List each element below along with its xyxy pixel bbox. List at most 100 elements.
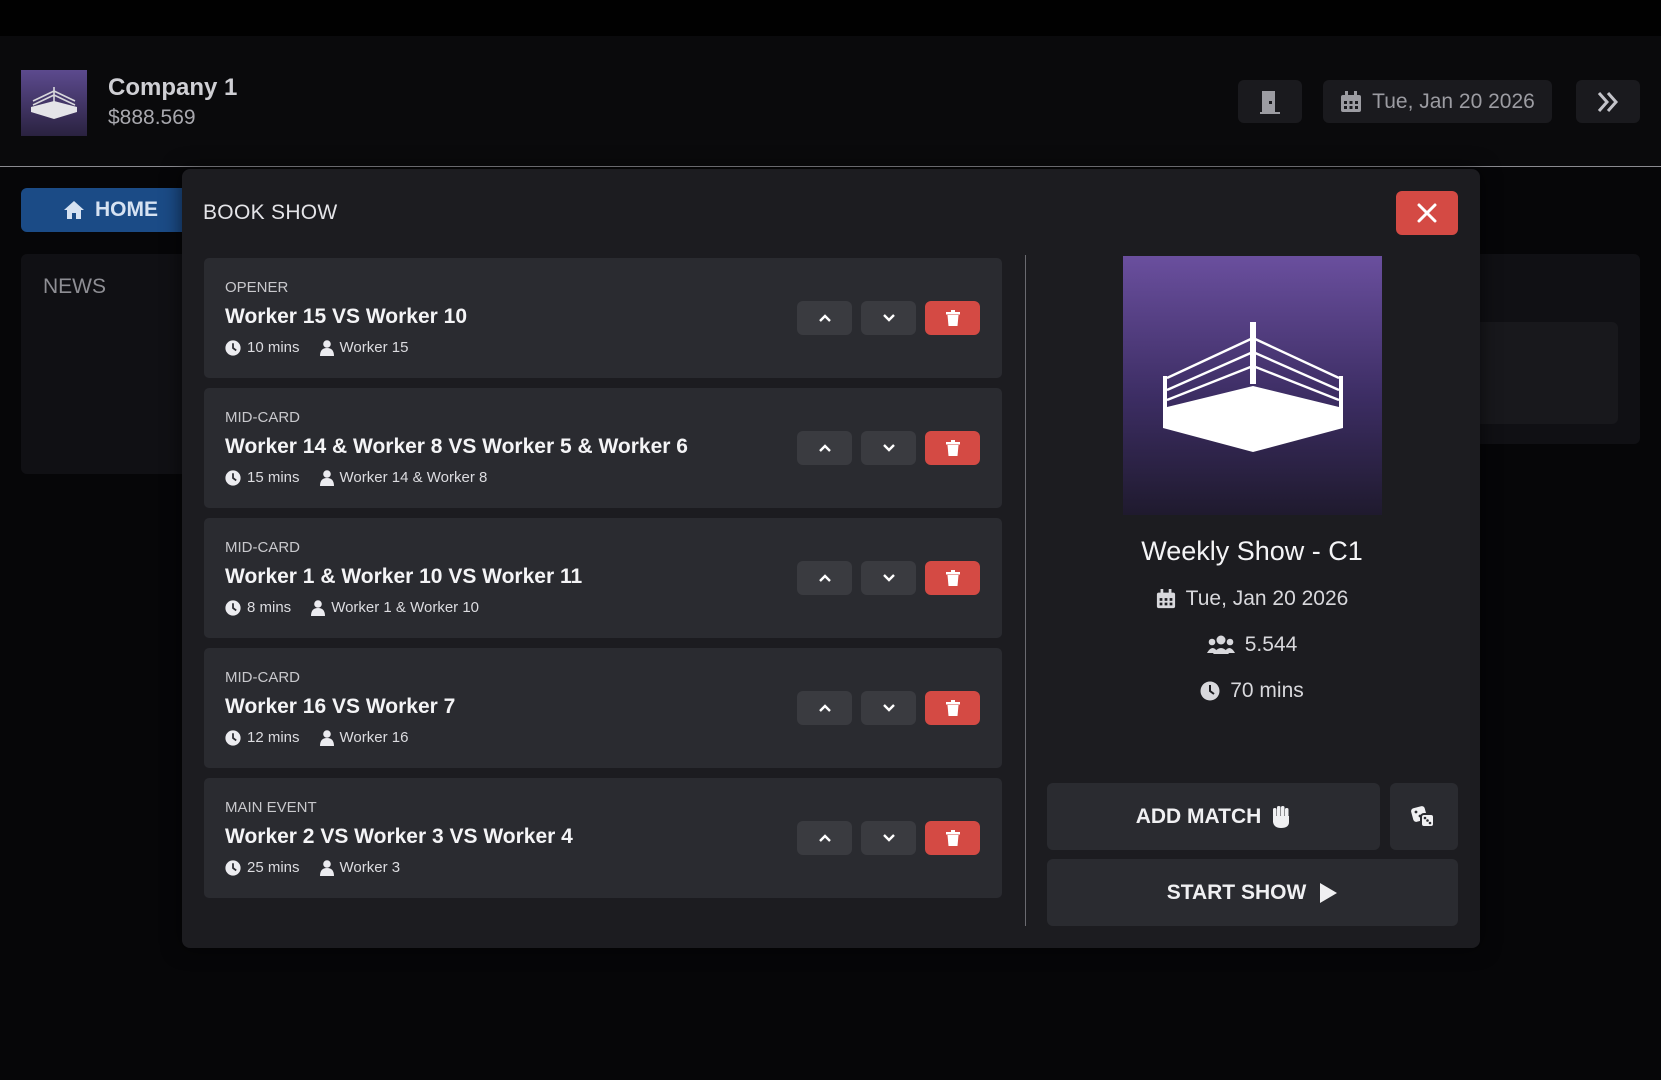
trash-icon [945, 570, 960, 586]
match-meta: 25 mins Worker 3 [225, 859, 400, 876]
trash-icon [945, 700, 960, 716]
match-type: OPENER [225, 279, 289, 296]
delete-match-button[interactable] [925, 301, 980, 335]
calendar-icon [1156, 589, 1175, 609]
move-down-button[interactable] [861, 691, 916, 725]
header: Company 1 $888.569 Tue, Jan 20 2026 [0, 36, 1661, 167]
match-card: MID-CARD Worker 16 VS Worker 7 12 mins W… [204, 648, 1002, 768]
clock-icon [225, 599, 241, 616]
divider [1025, 255, 1026, 926]
match-duration: 12 mins [247, 729, 300, 746]
move-up-button[interactable] [797, 301, 852, 335]
user-icon [319, 859, 334, 876]
clock-icon [225, 729, 241, 746]
match-type: MID-CARD [225, 669, 300, 686]
show-duration-row: 70 mins [1042, 679, 1462, 703]
match-winner: Worker 16 [339, 729, 409, 746]
match-meta: 15 mins Worker 14 & Worker 8 [225, 469, 487, 486]
match-list: OPENER Worker 15 VS Worker 10 10 mins Wo… [204, 258, 1002, 908]
chevron-up-icon [818, 834, 831, 842]
add-match-button[interactable]: ADD MATCH [1047, 783, 1380, 850]
move-down-button[interactable] [861, 561, 916, 595]
match-card: MAIN EVENT Worker 2 VS Worker 3 VS Worke… [204, 778, 1002, 898]
user-icon [311, 599, 326, 616]
chevron-down-icon [882, 574, 895, 582]
ring-logo-icon [1162, 321, 1343, 452]
move-down-button[interactable] [861, 301, 916, 335]
home-label: HOME [95, 198, 158, 221]
match-title: Worker 14 & Worker 8 VS Worker 5 & Worke… [225, 435, 688, 458]
delete-match-button[interactable] [925, 691, 980, 725]
company-logo [21, 70, 87, 136]
close-button[interactable] [1396, 191, 1458, 235]
move-down-button[interactable] [861, 431, 916, 465]
user-icon [319, 469, 334, 486]
match-card: MID-CARD Worker 14 & Worker 8 VS Worker … [204, 388, 1002, 508]
move-up-button[interactable] [797, 821, 852, 855]
chevron-down-icon [882, 704, 895, 712]
chevron-up-icon [818, 444, 831, 452]
fist-icon [1273, 805, 1290, 828]
trash-icon [945, 310, 960, 326]
show-date-row: Tue, Jan 20 2026 [1042, 587, 1462, 611]
chevron-down-icon [882, 444, 895, 452]
advance-day-button[interactable] [1576, 80, 1640, 123]
chevron-up-icon [818, 574, 831, 582]
show-duration: 70 mins [1230, 679, 1304, 702]
show-attendance-row: 5.544 [1042, 633, 1462, 657]
top-strip [0, 0, 1661, 36]
move-up-button[interactable] [797, 561, 852, 595]
chevron-down-icon [882, 834, 895, 842]
home-icon [64, 201, 84, 219]
move-up-button[interactable] [797, 691, 852, 725]
background-panel-inner [1470, 322, 1618, 424]
chevron-up-icon [818, 704, 831, 712]
home-nav-button[interactable]: HOME [21, 188, 191, 232]
clock-icon [225, 469, 241, 486]
move-up-button[interactable] [797, 431, 852, 465]
delete-match-button[interactable] [925, 821, 980, 855]
match-card: OPENER Worker 15 VS Worker 10 10 mins Wo… [204, 258, 1002, 378]
clock-icon [1200, 681, 1220, 701]
dice-icon [1411, 805, 1435, 828]
delete-match-button[interactable] [925, 561, 980, 595]
match-duration: 10 mins [247, 339, 300, 356]
match-duration: 25 mins [247, 859, 300, 876]
exit-button[interactable] [1238, 80, 1302, 123]
users-icon [1206, 635, 1235, 654]
match-meta: 12 mins Worker 16 [225, 729, 408, 746]
match-title: Worker 1 & Worker 10 VS Worker 11 [225, 565, 583, 588]
move-down-button[interactable] [861, 821, 916, 855]
clock-icon [225, 339, 241, 356]
match-winner: Worker 14 & Worker 8 [339, 469, 488, 486]
chevron-up-icon [818, 314, 831, 322]
trash-icon [945, 830, 960, 846]
show-attendance: 5.544 [1244, 633, 1298, 656]
company-money: $888.569 [108, 106, 196, 129]
date-button[interactable]: Tue, Jan 20 2026 [1323, 80, 1552, 123]
add-match-label: ADD MATCH [1135, 804, 1262, 828]
double-chevron-right-icon [1597, 91, 1619, 112]
start-show-button[interactable]: START SHOW [1047, 859, 1458, 926]
news-label: NEWS [43, 275, 106, 298]
show-name: Weekly Show - C1 [1141, 536, 1363, 566]
match-meta: 10 mins Worker 15 [225, 339, 408, 356]
random-match-button[interactable] [1390, 783, 1458, 850]
match-winner: Worker 1 & Worker 10 [331, 599, 480, 616]
match-title: Worker 16 VS Worker 7 [225, 695, 456, 718]
delete-match-button[interactable] [925, 431, 980, 465]
calendar-icon [1341, 90, 1362, 112]
current-date: Tue, Jan 20 2026 [1372, 89, 1535, 113]
match-type: MID-CARD [225, 409, 300, 426]
user-icon [319, 339, 334, 356]
start-show-label: START SHOW [1166, 880, 1307, 904]
play-icon [1320, 882, 1338, 903]
match-title: Worker 15 VS Worker 10 [225, 305, 468, 328]
close-icon [1417, 203, 1437, 223]
match-type: MID-CARD [225, 539, 300, 556]
clock-icon [225, 859, 241, 876]
modal-title: BOOK SHOW [203, 201, 338, 224]
trash-icon [945, 440, 960, 456]
match-winner: Worker 3 [339, 859, 401, 876]
book-show-modal: BOOK SHOW OPENER Worker 15 VS Worker 10 … [182, 169, 1480, 948]
